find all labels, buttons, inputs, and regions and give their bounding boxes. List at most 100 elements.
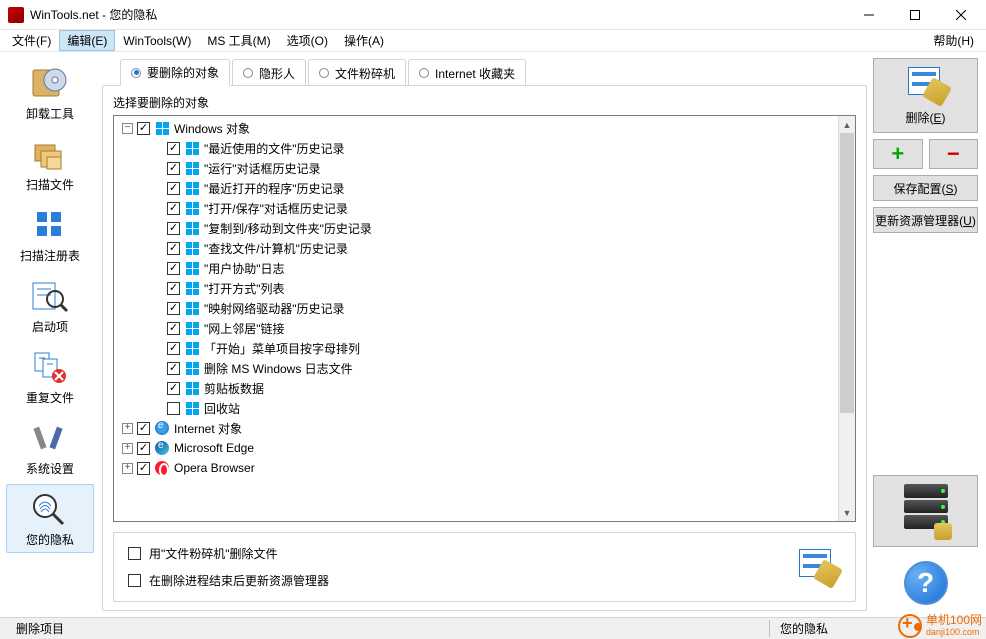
- sidebar-item-scanreg[interactable]: 扫描注册表: [6, 200, 94, 269]
- menu-options[interactable]: 选项(O): [279, 30, 336, 51]
- watermark: 单机100网 danji100.com: [898, 614, 982, 638]
- tree-node-child[interactable]: "最近使用的文件"历史记录: [118, 138, 834, 158]
- tree-node-child[interactable]: 「开始」菜单项目按字母排列: [118, 338, 834, 358]
- tree-node-root[interactable]: − Windows 对象: [118, 118, 834, 138]
- checkbox[interactable]: [128, 547, 141, 560]
- tree-node-child[interactable]: "最近打开的程序"历史记录: [118, 178, 834, 198]
- scan-registry-icon: [30, 207, 70, 243]
- tree-node-opera[interactable]: + Opera Browser: [118, 458, 834, 478]
- close-button[interactable]: [938, 0, 984, 30]
- expand-expander-icon[interactable]: +: [122, 443, 133, 454]
- watermark-icon: [898, 614, 922, 638]
- tab-invisible-man[interactable]: 隐形人: [232, 59, 306, 86]
- tab-file-shredder[interactable]: 文件粉碎机: [308, 59, 406, 86]
- checkbox[interactable]: [167, 142, 180, 155]
- checkbox[interactable]: [167, 182, 180, 195]
- tree-node-child[interactable]: 回收站: [118, 398, 834, 418]
- disc-box-icon: [30, 65, 70, 101]
- menu-edit[interactable]: 编辑(E): [59, 30, 115, 51]
- expand-expander-icon[interactable]: +: [122, 423, 133, 434]
- tab-objects-to-delete[interactable]: 要删除的对象: [120, 59, 230, 86]
- tab-ie-favorites[interactable]: Internet 收藏夹: [408, 59, 526, 86]
- sidebar-item-uninstall[interactable]: 卸载工具: [6, 58, 94, 127]
- status-right: 您的隐私: [769, 620, 828, 637]
- windows-icon: [184, 280, 200, 296]
- refresh-explorer-button[interactable]: 更新资源管理器(U): [873, 207, 978, 233]
- checkbox[interactable]: [167, 262, 180, 275]
- checkbox[interactable]: [137, 422, 150, 435]
- windows-icon: [184, 400, 200, 416]
- checkbox[interactable]: [167, 162, 180, 175]
- tree-node-child[interactable]: "网上邻居"链接: [118, 318, 834, 338]
- menu-mstools[interactable]: MS 工具(M): [199, 30, 278, 51]
- sidebar-item-label: 系统设置: [26, 460, 74, 477]
- object-tree[interactable]: − Windows 对象 "最近使用的文件"历史记录"运行"对话框历史记录"最近…: [114, 116, 838, 521]
- save-config-button[interactable]: 保存配置(S): [873, 175, 978, 201]
- tree-node-child[interactable]: "打开方式"列表: [118, 278, 834, 298]
- tree-node-child[interactable]: 删除 MS Windows 日志文件: [118, 358, 834, 378]
- sidebar-item-scanfiles[interactable]: 扫描文件: [6, 129, 94, 198]
- privacy-illustration-icon: [795, 549, 839, 585]
- scrollbar[interactable]: ▲ ▼: [838, 116, 855, 521]
- tree-node-child[interactable]: "用户协助"日志: [118, 258, 834, 278]
- tree-node-child[interactable]: "查找文件/计算机"历史记录: [118, 238, 834, 258]
- checkbox[interactable]: [137, 122, 150, 135]
- button-label: 删除(E): [905, 109, 945, 126]
- help-button[interactable]: ?: [873, 553, 978, 611]
- tab-panel: 选择要删除的对象 − Windows 对象 "最近使用的文件"历史记录"运行"对…: [102, 85, 867, 611]
- scroll-down-icon[interactable]: ▼: [839, 504, 855, 521]
- scroll-up-icon[interactable]: ▲: [839, 116, 855, 133]
- tree-node-child[interactable]: 剪贴板数据: [118, 378, 834, 398]
- checkbox[interactable]: [167, 382, 180, 395]
- sidebar-item-syssettings[interactable]: 系统设置: [6, 413, 94, 482]
- windows-icon: [184, 340, 200, 356]
- expand-expander-icon[interactable]: +: [122, 463, 133, 474]
- sidebar-item-privacy[interactable]: 您的隐私: [6, 484, 94, 553]
- sidebar-item-label: 卸载工具: [26, 105, 74, 122]
- checkbox[interactable]: [128, 574, 141, 587]
- tree-node-child[interactable]: "运行"对话框历史记录: [118, 158, 834, 178]
- menu-wintools[interactable]: WinTools(W): [115, 30, 199, 51]
- tree-node-label: "最近使用的文件"历史记录: [204, 140, 345, 157]
- window-title: WinTools.net - 您的隐私: [30, 6, 157, 23]
- sidebar-item-label: 扫描文件: [26, 176, 74, 193]
- tab-label: 要删除的对象: [147, 64, 219, 81]
- add-button[interactable]: +: [873, 139, 923, 169]
- sidebar-item-startup[interactable]: 启动项: [6, 271, 94, 340]
- tree-node-internet[interactable]: + Internet 对象: [118, 418, 834, 438]
- sidebar-item-dupfiles[interactable]: 重复文件: [6, 342, 94, 411]
- tree-node-edge[interactable]: + Microsoft Edge: [118, 438, 834, 458]
- menu-file[interactable]: 文件(F): [4, 30, 59, 51]
- checkbox[interactable]: [167, 322, 180, 335]
- minimize-button[interactable]: [846, 0, 892, 30]
- checkbox[interactable]: [167, 222, 180, 235]
- tree-node-child[interactable]: "复制到/移动到文件夹"历史记录: [118, 218, 834, 238]
- tools-icon: [30, 420, 70, 456]
- windows-icon: [184, 300, 200, 316]
- checkbox[interactable]: [137, 462, 150, 475]
- tree-node-child[interactable]: "映射网络驱动器"历史记录: [118, 298, 834, 318]
- collapse-expander-icon[interactable]: −: [122, 123, 133, 134]
- menu-help[interactable]: 帮助(H): [925, 30, 982, 51]
- checkbox[interactable]: [167, 242, 180, 255]
- delete-button[interactable]: 删除(E): [873, 58, 978, 133]
- checkbox[interactable]: [167, 282, 180, 295]
- radio-icon: [131, 68, 141, 78]
- checkbox[interactable]: [167, 202, 180, 215]
- checkbox[interactable]: [167, 362, 180, 375]
- checkbox[interactable]: [137, 442, 150, 455]
- tree-node-label: "打开方式"列表: [204, 280, 285, 297]
- remove-button[interactable]: −: [929, 139, 979, 169]
- tree-node-child[interactable]: "打开/保存"对话框历史记录: [118, 198, 834, 218]
- option-use-shredder[interactable]: 用"文件粉碎机"删除文件: [128, 545, 329, 562]
- maximize-button[interactable]: [892, 0, 938, 30]
- option-refresh-explorer[interactable]: 在删除进程结束后更新资源管理器: [128, 572, 329, 589]
- actions-panel: 删除(E) + − 保存配置(S) 更新资源管理器(U) ?: [871, 52, 986, 617]
- checkbox[interactable]: [167, 402, 180, 415]
- checkbox[interactable]: [167, 302, 180, 315]
- tab-label: Internet 收藏夹: [435, 65, 515, 82]
- menu-actions[interactable]: 操作(A): [336, 30, 392, 51]
- scroll-thumb[interactable]: [840, 133, 854, 413]
- server-button[interactable]: [873, 475, 978, 547]
- checkbox[interactable]: [167, 342, 180, 355]
